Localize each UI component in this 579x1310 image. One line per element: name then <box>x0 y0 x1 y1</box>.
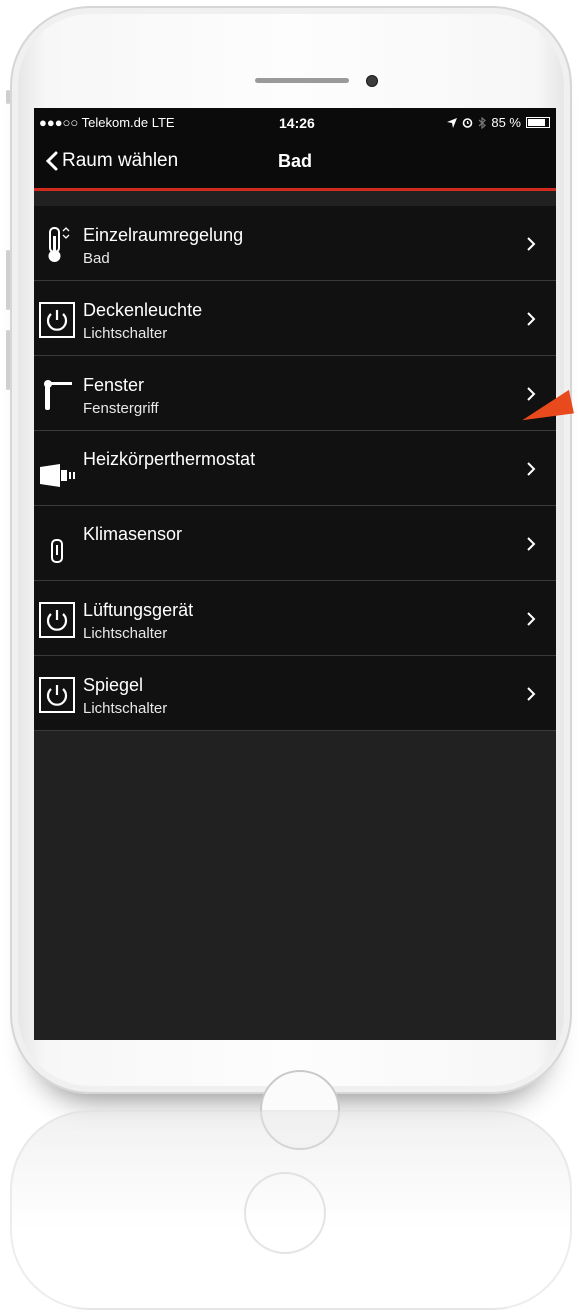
alarm-icon <box>463 118 473 128</box>
device-row-deckenleuchte[interactable]: Deckenleuchte Lichtschalter <box>34 281 556 356</box>
chevron-right-icon <box>527 612 536 626</box>
chevron-right-icon <box>527 687 536 701</box>
chevron-right-icon <box>527 237 536 251</box>
chevron-right-icon <box>527 537 536 551</box>
window-handle-icon <box>44 380 72 410</box>
device-subtitle: Lichtschalter <box>83 700 168 717</box>
status-bar: ●●●○○ Telekom.de LTE 14:26 85 % <box>34 108 556 136</box>
chevron-right-icon <box>527 462 536 476</box>
power-switch-icon <box>39 677 75 713</box>
radiator-thermostat-icon <box>40 464 75 487</box>
device-row-spiegel[interactable]: Spiegel Lichtschalter <box>34 656 556 731</box>
device-row-einzelraumregelung[interactable]: Einzelraumregelung Bad <box>34 206 556 281</box>
thermometer-icon <box>48 227 70 262</box>
device-title: Klimasensor <box>83 524 183 544</box>
power-switch-icon <box>39 302 75 338</box>
navigation-bar: Raum wählen Bad <box>34 136 556 191</box>
app-screen: ●●●○○ Telekom.de LTE 14:26 85 % Raum wäh… <box>34 108 556 1040</box>
device-title: Einzelraumregelung <box>83 225 244 245</box>
chevron-right-icon <box>527 312 536 326</box>
volume-up-button <box>6 250 10 310</box>
device-row-heizkoerperthermostat[interactable]: Heizkörperthermostat <box>34 431 556 506</box>
front-camera <box>366 75 378 87</box>
status-icons: 85 % <box>447 115 550 130</box>
device-title: Lüftungsgerät <box>83 600 194 620</box>
device-subtitle: Bad <box>83 250 110 267</box>
bluetooth-icon <box>478 116 487 129</box>
device-row-lueftungsgeraet[interactable]: Lüftungsgerät Lichtschalter <box>34 581 556 656</box>
device-title: Deckenleuchte <box>83 300 203 320</box>
device-title: Heizkörperthermostat <box>83 449 256 469</box>
power-switch-icon <box>39 602 75 638</box>
battery-percentage: 85 % <box>491 115 521 130</box>
clock: 14:26 <box>279 115 315 131</box>
device-list: Einzelraumregelung Bad Deckenleuchte Lic… <box>34 206 556 731</box>
volume-down-button <box>6 330 10 390</box>
phone-reflection <box>10 1110 572 1310</box>
device-subtitle: Lichtschalter <box>83 325 168 342</box>
home-button-reflection <box>244 1172 326 1254</box>
device-row-klimasensor[interactable]: Klimasensor <box>34 506 556 581</box>
page-title: Bad <box>277 151 312 171</box>
device-subtitle: Fenstergriff <box>83 400 159 417</box>
battery-icon <box>526 117 550 128</box>
location-icon <box>447 117 458 128</box>
climate-sensor-icon <box>51 539 63 563</box>
carrier-label: ●●●○○ Telekom.de LTE <box>39 115 175 130</box>
device-title: Spiegel <box>83 675 144 695</box>
device-subtitle: Lichtschalter <box>83 625 168 642</box>
device-title: Fenster <box>83 375 145 395</box>
device-row-fenster[interactable]: Fenster Fenstergriff <box>34 356 556 431</box>
speaker-grille <box>255 78 349 83</box>
mute-switch <box>6 90 10 104</box>
